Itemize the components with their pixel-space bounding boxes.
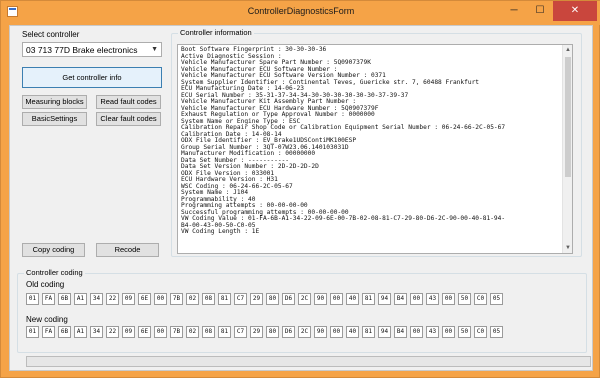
new-coding-bytes: 01 FA 6B A1 34 22 09 6E 00 7B 02 08 81 C7 29 80 D6 2C 90 00… <box>26 326 503 338</box>
old-coding-byte: 22 <box>106 293 119 305</box>
new-coding-byte[interactable]: 00 <box>442 326 455 338</box>
measuring-blocks-button[interactable]: Measuring blocks <box>22 95 87 109</box>
controller-info-textbox[interactable]: Boot Software Fingerprint : 30-30-30-36 A… <box>177 44 573 254</box>
old-coding-byte: 94 <box>378 293 391 305</box>
main-window: ControllerDiagnosticsForm ─ ☐ ✕ Select c… <box>0 0 600 378</box>
scroll-up-arrow-icon[interactable]: ▲ <box>563 45 572 55</box>
old-coding-byte: C7 <box>234 293 247 305</box>
copy-coding-button[interactable]: Copy coding <box>22 243 85 257</box>
scroll-down-arrow-icon[interactable]: ▼ <box>563 243 572 253</box>
controller-select[interactable]: 03 713 77D Brake electronics ▼ <box>22 42 162 57</box>
new-coding-byte[interactable]: 00 <box>330 326 343 338</box>
read-fault-codes-button[interactable]: Read fault codes <box>96 95 161 109</box>
new-coding-byte[interactable]: 81 <box>218 326 231 338</box>
maximize-button[interactable]: ☐ <box>527 1 553 21</box>
old-coding-label: Old coding <box>26 280 65 289</box>
new-coding-byte[interactable]: 00 <box>154 326 167 338</box>
new-coding-byte[interactable]: 00 <box>410 326 423 338</box>
old-coding-byte: 81 <box>362 293 375 305</box>
old-coding-byte: 50 <box>458 293 471 305</box>
new-coding-byte[interactable]: 7B <box>170 326 183 338</box>
new-coding-byte[interactable]: 09 <box>122 326 135 338</box>
old-coding-bytes: 01 FA 6B A1 34 22 09 6E 00 7B 02 08 81 C7 29 80 D6 2C 90 00… <box>26 293 503 305</box>
clear-fault-codes-button[interactable]: Clear fault codes <box>96 112 161 126</box>
info-line: VW Coding Length : 1E <box>181 228 260 235</box>
new-coding-byte[interactable]: B4 <box>394 326 407 338</box>
old-coding-byte: 2C <box>298 293 311 305</box>
new-coding-byte[interactable]: 22 <box>106 326 119 338</box>
old-coding-byte: 00 <box>410 293 423 305</box>
old-coding-byte: 00 <box>154 293 167 305</box>
new-coding-byte[interactable]: 01 <box>26 326 39 338</box>
new-coding-byte[interactable]: 80 <box>266 326 279 338</box>
old-coding-byte: 02 <box>186 293 199 305</box>
chevron-down-icon[interactable]: ▼ <box>151 46 158 53</box>
old-coding-byte: 40 <box>346 293 359 305</box>
old-coding-byte: D6 <box>282 293 295 305</box>
old-coding-byte: 80 <box>266 293 279 305</box>
controller-coding-group: Controller coding <box>17 268 587 353</box>
old-coding-byte: 05 <box>490 293 503 305</box>
get-controller-info-button[interactable]: Get controller info <box>22 67 162 88</box>
old-coding-byte: FA <box>42 293 55 305</box>
old-coding-byte: 6B <box>58 293 71 305</box>
old-coding-byte: C0 <box>474 293 487 305</box>
new-coding-byte[interactable]: 90 <box>314 326 327 338</box>
controller-information-group: Controller information Boot Software Fin… <box>171 28 582 257</box>
old-coding-byte: 01 <box>26 293 39 305</box>
new-coding-byte[interactable]: FA <box>42 326 55 338</box>
old-coding-byte: 00 <box>442 293 455 305</box>
close-button[interactable]: ✕ <box>553 1 597 21</box>
controller-info-text: Boot Software Fingerprint : 30-30-30-36 A… <box>181 46 559 236</box>
new-coding-byte[interactable]: 43 <box>426 326 439 338</box>
client-area: Select controller 03 713 77D Brake elect… <box>9 25 593 371</box>
info-scrollbar[interactable]: ▲ ▼ <box>562 45 572 253</box>
old-coding-byte: 6E <box>138 293 151 305</box>
controller-select-value: 03 713 77D Brake electronics <box>26 45 138 55</box>
new-coding-byte[interactable]: 94 <box>378 326 391 338</box>
old-coding-byte: 08 <box>202 293 215 305</box>
progress-bar <box>26 356 591 367</box>
new-coding-byte[interactable]: A1 <box>74 326 87 338</box>
window-controls: ─ ☐ ✕ <box>501 1 597 21</box>
old-coding-byte: 90 <box>314 293 327 305</box>
new-coding-byte[interactable]: 05 <box>490 326 503 338</box>
old-coding-byte: 34 <box>90 293 103 305</box>
scroll-thumb[interactable] <box>565 57 571 177</box>
new-coding-byte[interactable]: 29 <box>250 326 263 338</box>
basic-settings-button[interactable]: BasicSettings <box>22 112 87 126</box>
new-coding-byte[interactable]: 6B <box>58 326 71 338</box>
title-bar[interactable]: ControllerDiagnosticsForm ─ ☐ ✕ <box>1 1 600 25</box>
new-coding-byte[interactable]: 2C <box>298 326 311 338</box>
new-coding-byte[interactable]: 08 <box>202 326 215 338</box>
new-coding-byte[interactable]: 81 <box>362 326 375 338</box>
select-controller-label: Select controller <box>22 30 80 39</box>
old-coding-byte: A1 <box>74 293 87 305</box>
controller-coding-title: Controller coding <box>24 268 85 277</box>
new-coding-byte[interactable]: C0 <box>474 326 487 338</box>
new-coding-byte[interactable]: 50 <box>458 326 471 338</box>
new-coding-byte[interactable]: 02 <box>186 326 199 338</box>
old-coding-byte: 7B <box>170 293 183 305</box>
new-coding-byte[interactable]: 34 <box>90 326 103 338</box>
minimize-button[interactable]: ─ <box>501 1 527 21</box>
new-coding-byte[interactable]: 40 <box>346 326 359 338</box>
controller-information-title: Controller information <box>178 28 254 37</box>
new-coding-byte[interactable]: C7 <box>234 326 247 338</box>
old-coding-byte: 43 <box>426 293 439 305</box>
old-coding-byte: 81 <box>218 293 231 305</box>
old-coding-byte: B4 <box>394 293 407 305</box>
recode-button[interactable]: Recode <box>96 243 159 257</box>
new-coding-byte[interactable]: D6 <box>282 326 295 338</box>
old-coding-byte: 00 <box>330 293 343 305</box>
old-coding-byte: 09 <box>122 293 135 305</box>
old-coding-byte: 29 <box>250 293 263 305</box>
new-coding-byte[interactable]: 6E <box>138 326 151 338</box>
new-coding-label: New coding <box>26 315 68 324</box>
